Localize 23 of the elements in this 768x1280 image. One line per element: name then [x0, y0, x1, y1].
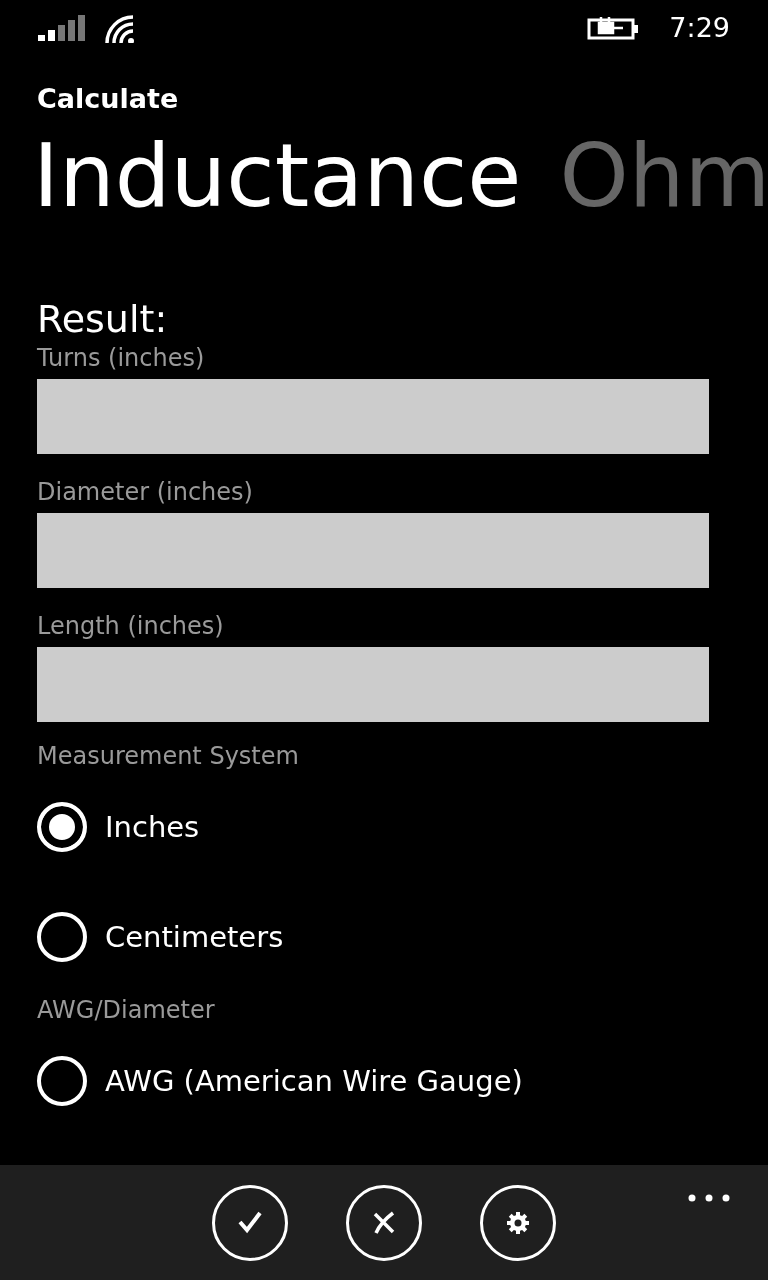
signal-icon	[38, 15, 85, 41]
field-label: Turns (inches)	[37, 344, 205, 373]
radio-option[interactable]: Inches	[37, 772, 200, 883]
group-label: Measurement System	[37, 742, 299, 771]
ellipsis-icon	[688, 1193, 730, 1202]
cancel-button[interactable]	[346, 1185, 422, 1261]
field-label: Diameter (inches)	[37, 478, 253, 507]
group-label: AWG/Diameter	[37, 996, 215, 1025]
clock-time: 7:29	[669, 10, 730, 45]
check-button[interactable]	[212, 1185, 288, 1261]
radio-option[interactable]: Centimeters	[37, 882, 284, 993]
battery-icon	[587, 15, 640, 41]
input-field[interactable]	[37, 647, 709, 723]
settings-button[interactable]	[480, 1185, 556, 1261]
wifi-icon	[103, 13, 136, 43]
radio-option[interactable]: AWG (American Wire Gauge)	[37, 1026, 523, 1137]
pivot-tab[interactable]: Inductance	[33, 127, 522, 225]
pivot-tab[interactable]: Ohm	[559, 127, 768, 225]
input-field[interactable]	[37, 513, 709, 589]
app-title: Calculate	[37, 84, 180, 114]
field-label: Length (inches)	[37, 612, 224, 641]
result-label: Result:	[37, 300, 169, 339]
input-field[interactable]	[37, 379, 709, 455]
